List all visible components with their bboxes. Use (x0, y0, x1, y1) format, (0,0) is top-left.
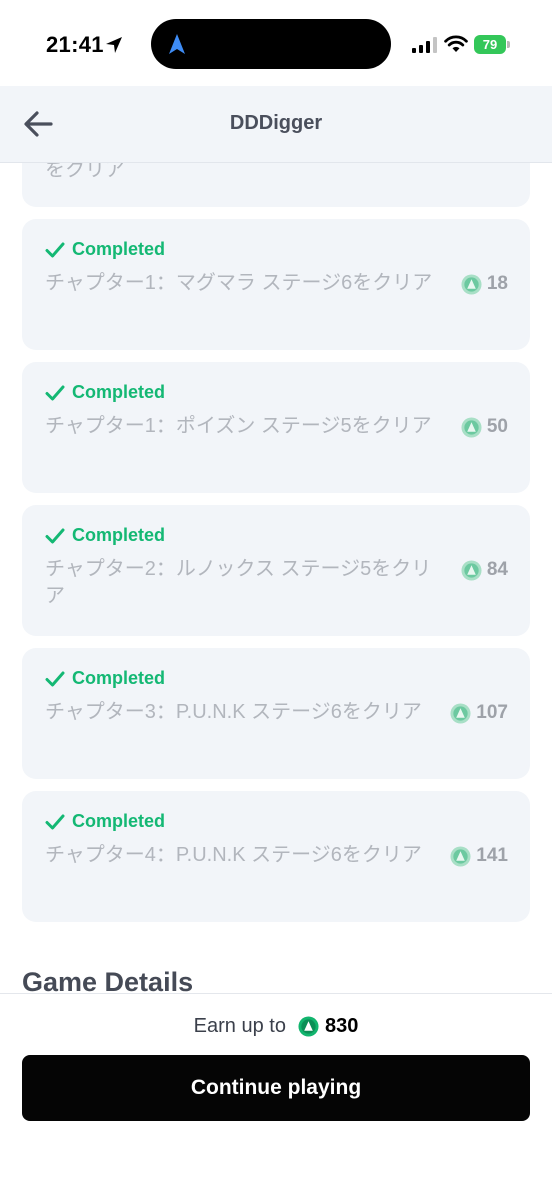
home-indicator-area (0, 1143, 552, 1200)
navigation-icon (169, 34, 185, 54)
earn-label: Earn up to (193, 1015, 286, 1037)
page-title: DDDigger (229, 112, 323, 134)
quest-card[interactable]: Completed チャプター3：P.U.N.K ステージ6をクリア 107 (22, 648, 530, 779)
coin-icon (461, 416, 482, 438)
coin-icon (461, 559, 482, 581)
continue-playing-button[interactable]: Continue playing (22, 1055, 530, 1121)
quest-status: Completed (45, 811, 165, 832)
quest-description: チャプター1：マグマラ ステージ6をクリア (45, 272, 433, 294)
app-header: DDDigger (0, 86, 552, 163)
status-bar: 21:41 79 (0, 0, 552, 86)
earn-summary: Earn up to 830 (0, 1015, 552, 1038)
battery-tip (507, 41, 510, 48)
quest-card[interactable]: Completed チャプター1：ポイズン ステージ5をクリア 50 (22, 362, 530, 493)
screen: 21:41 79 DDDigger をクリア Completed チャプター1：… (0, 0, 552, 1200)
quest-card[interactable]: Completed チャプター4：P.U.N.K ステージ6をクリア 141 (22, 791, 530, 922)
checkmark-icon (45, 528, 65, 543)
quest-status: Completed (45, 525, 165, 546)
status-completed: Completed (72, 525, 166, 545)
reward-value: 107 (476, 702, 508, 723)
wifi-icon (444, 35, 468, 52)
quest-reward: 107 (450, 702, 508, 724)
quest-reward: 50 (461, 416, 508, 438)
status-completed: Completed (72, 382, 166, 402)
quest-reward: 84 (461, 559, 508, 581)
quest-reward: 141 (450, 845, 508, 867)
status-completed: Completed (72, 668, 166, 688)
checkmark-icon (45, 242, 65, 257)
quest-text-partial: をクリア (45, 163, 125, 181)
battery-icon: 79 (474, 35, 510, 54)
coin-icon (298, 1016, 319, 1037)
quest-reward: 18 (461, 273, 508, 295)
checkmark-icon (45, 671, 65, 686)
quest-status: Completed (45, 382, 165, 403)
reward-value: 84 (486, 559, 508, 580)
quest-card-partial[interactable]: をクリア (22, 163, 530, 207)
status-completed: Completed (72, 239, 166, 259)
bottom-action-bar: Earn up to 830 Continue playing (0, 993, 552, 1143)
quest-description: チャプター4：P.U.N.K ステージ6をクリア (45, 844, 422, 866)
cellular-signal-icon (412, 37, 437, 53)
status-time: 21:41 (46, 32, 104, 57)
quest-card[interactable]: Completed チャプター1：マグマラ ステージ6をクリア 18 (22, 219, 530, 350)
quest-description: チャプター1：ポイズン ステージ5をクリア (45, 415, 432, 437)
quest-list[interactable]: をクリア Completed チャプター1：マグマラ ステージ6をクリア 18 … (0, 163, 552, 993)
earn-value: 830 (324, 1015, 359, 1037)
section-title-game-details: Game Details (22, 967, 194, 993)
quest-card[interactable]: Completed チャプター2：ルノックス ステージ5をクリア 84 (22, 505, 530, 636)
location-arrow-icon (106, 37, 122, 53)
quest-description: チャプター2：ルノックス ステージ5をクリア (45, 558, 432, 607)
quest-status: Completed (45, 239, 165, 260)
reward-value: 141 (476, 845, 508, 866)
status-completed: Completed (72, 811, 166, 831)
quest-status: Completed (45, 668, 165, 689)
battery-level: 79 (474, 35, 506, 54)
quest-description: チャプター3：P.U.N.K ステージ6をクリア (45, 701, 422, 723)
reward-value: 18 (486, 273, 508, 294)
checkmark-icon (45, 814, 65, 829)
coin-icon (450, 845, 471, 867)
coin-icon (461, 273, 482, 295)
coin-icon (450, 702, 471, 724)
checkmark-icon (45, 385, 65, 400)
reward-value: 50 (486, 416, 508, 437)
